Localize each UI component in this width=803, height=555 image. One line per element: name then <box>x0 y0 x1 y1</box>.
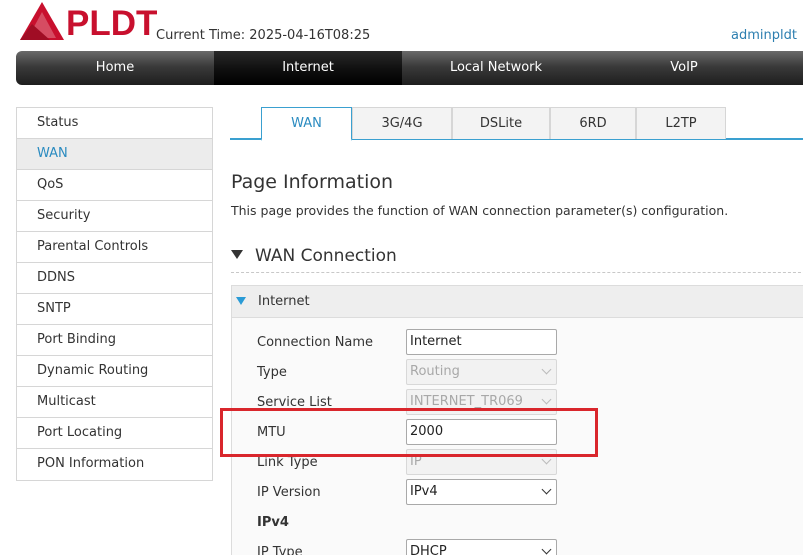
wan-connection-title: WAN Connection <box>255 246 397 266</box>
sidebar-item-parental-controls[interactable]: Parental Controls <box>17 232 212 263</box>
wan-connection-heading[interactable]: WAN Connection <box>231 246 397 266</box>
ip-version-select[interactable]: IPv4 <box>406 479 557 505</box>
chevron-down-icon <box>541 394 552 405</box>
nav-voip[interactable]: VoIP <box>590 51 778 85</box>
brand-name: PLDT <box>66 4 158 43</box>
section-divider <box>231 272 803 273</box>
current-time: Current Time: 2025-04-16T08:25 <box>156 28 371 43</box>
sidebar-menu: Status WAN QoS Security Parental Control… <box>16 107 213 481</box>
link-type-label: Link Type <box>257 455 318 470</box>
ip-version-value: IPv4 <box>410 484 438 499</box>
nav-more[interactable]: M <box>778 51 803 85</box>
connection-name-label: Connection Name <box>257 335 374 350</box>
type-select-value: Routing <box>410 364 460 379</box>
tab-dslite[interactable]: DSLite <box>452 107 550 139</box>
chevron-down-icon <box>541 364 552 375</box>
connection-header-label: Internet <box>258 294 310 309</box>
sidebar-item-security[interactable]: Security <box>17 201 212 232</box>
connection-internet-header[interactable]: Internet <box>231 285 803 318</box>
tab-wan[interactable]: WAN <box>261 107 352 141</box>
type-select: Routing <box>406 359 557 385</box>
tab-6rd[interactable]: 6RD <box>550 107 636 139</box>
collapse-triangle-icon <box>231 249 243 259</box>
sidebar-item-status[interactable]: Status <box>17 108 212 139</box>
pldt-logo-icon <box>20 2 64 40</box>
sidebar-item-qos[interactable]: QoS <box>17 170 212 201</box>
nav-local-network[interactable]: Local Network <box>402 51 590 85</box>
nav-home[interactable]: Home <box>16 51 214 85</box>
top-navigation: Home Internet Local Network VoIP M <box>16 51 803 85</box>
expand-triangle-icon <box>236 297 246 305</box>
service-list-value: INTERNET_TR069 <box>410 394 523 409</box>
ipv4-heading: IPv4 <box>257 515 289 530</box>
chevron-down-icon <box>541 484 552 495</box>
sidebar-item-pon-information[interactable]: PON Information <box>17 449 212 480</box>
type-label: Type <box>257 365 287 380</box>
ip-type-select[interactable]: DHCP <box>406 539 557 555</box>
mtu-highlight-box <box>220 408 598 457</box>
page-title: Page Information <box>231 171 394 193</box>
tab-3g-4g[interactable]: 3G/4G <box>352 107 452 139</box>
ip-type-value: DHCP <box>410 544 447 555</box>
chevron-down-icon <box>541 544 552 555</box>
sidebar-item-port-binding[interactable]: Port Binding <box>17 325 212 356</box>
ip-version-label: IP Version <box>257 485 321 500</box>
sidebar-item-wan[interactable]: WAN <box>17 139 212 170</box>
page-description: This page provides the function of WAN c… <box>231 203 729 218</box>
sidebar-item-sntp[interactable]: SNTP <box>17 294 212 325</box>
sidebar-item-dynamic-routing[interactable]: Dynamic Routing <box>17 356 212 387</box>
nav-internet[interactable]: Internet <box>214 51 402 85</box>
sidebar-item-port-locating[interactable]: Port Locating <box>17 418 212 449</box>
sidebar-item-multicast[interactable]: Multicast <box>17 387 212 418</box>
tab-l2tp[interactable]: L2TP <box>636 107 726 139</box>
pldt-logo: PLDT <box>20 2 160 43</box>
connection-name-input[interactable]: Internet <box>406 329 557 355</box>
username-link[interactable]: adminpldt <box>731 28 797 43</box>
sidebar-item-ddns[interactable]: DDNS <box>17 263 212 294</box>
ip-type-label: IP Type <box>257 545 303 555</box>
